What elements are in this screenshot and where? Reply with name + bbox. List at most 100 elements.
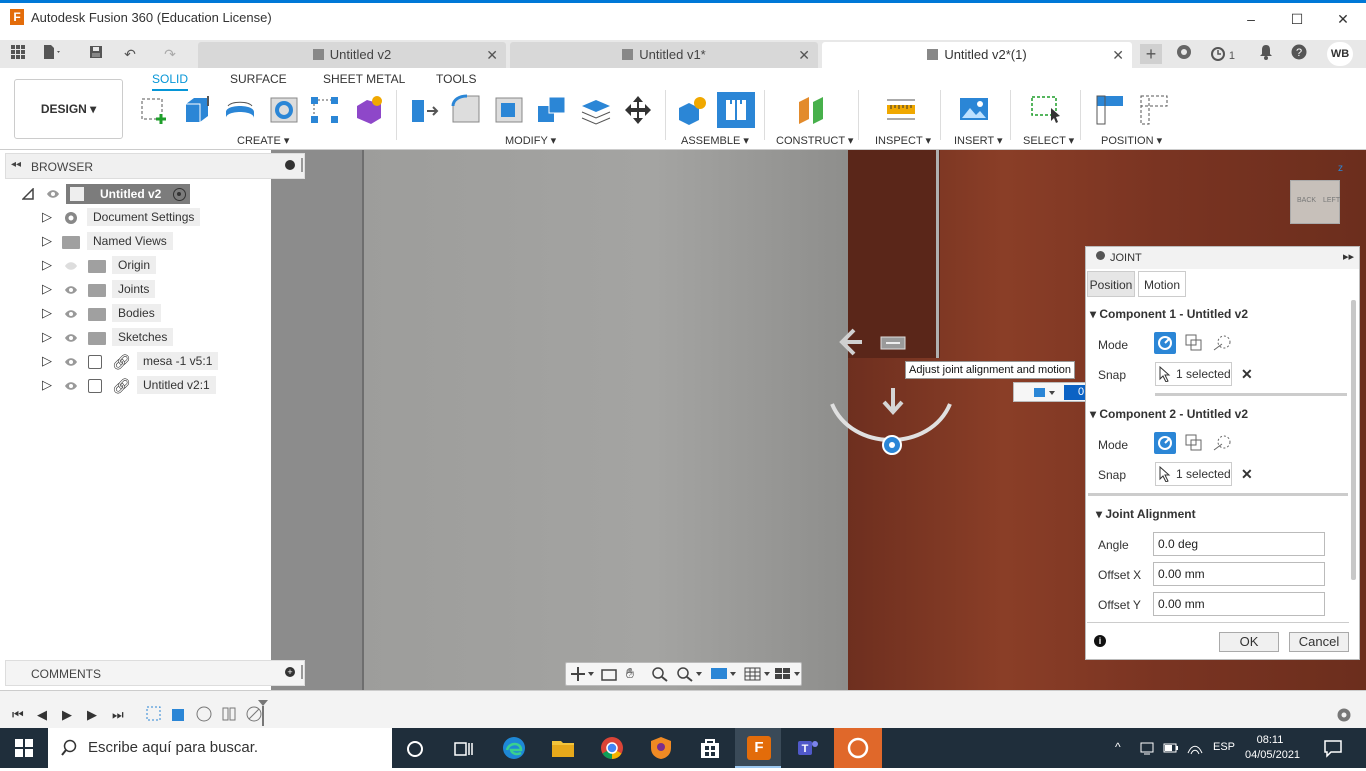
create-menu[interactable]: CREATE ▾ bbox=[237, 134, 289, 147]
tab-motion[interactable]: Motion bbox=[1138, 271, 1186, 297]
timeline-start-icon[interactable]: ⏮ bbox=[12, 707, 24, 723]
root-component-node[interactable]: Untitled v2 bbox=[66, 184, 190, 204]
expand-arrow-icon[interactable]: ▷ bbox=[42, 353, 52, 369]
taskbar-search-input[interactable]: Escribe aquí para buscar. bbox=[48, 728, 392, 768]
timeline-marker[interactable] bbox=[258, 700, 268, 726]
undo-icon[interactable]: ↶ bbox=[120, 44, 140, 64]
offset-y-field[interactable]: 0.00 mm bbox=[1153, 592, 1325, 616]
tree-item-untitled-v2-1[interactable]: ▷ 🔗︎ Untitled v2:1 bbox=[40, 376, 250, 396]
task-view-icon[interactable] bbox=[452, 738, 474, 760]
orbit-icon[interactable] bbox=[570, 666, 594, 682]
component2-section-header[interactable]: ▾ Component 2 - Untitled v2 bbox=[1090, 407, 1248, 421]
joint-alignment-section-header[interactable]: ▾ Joint Alignment bbox=[1096, 507, 1196, 521]
rotation-manipulator-icon[interactable] bbox=[826, 400, 956, 462]
tab-solid[interactable]: SOLID bbox=[152, 72, 189, 91]
expand-arrow-icon[interactable]: ▷ bbox=[42, 281, 52, 297]
windows-start-icon[interactable] bbox=[14, 738, 34, 758]
timeline-play-icon[interactable]: ▶ bbox=[62, 707, 72, 723]
offset-x-field[interactable]: 0.00 mm bbox=[1153, 562, 1325, 586]
viewcube[interactable]: BACK LEFT bbox=[1290, 180, 1340, 224]
look-at-icon[interactable] bbox=[600, 666, 618, 682]
teams-icon[interactable]: T bbox=[796, 736, 820, 760]
hole-icon[interactable] bbox=[268, 94, 300, 126]
tree-item-named-views[interactable]: ▷ Named Views bbox=[40, 232, 240, 252]
cortana-icon[interactable] bbox=[404, 738, 426, 760]
close-tab-icon[interactable]: ✕ bbox=[798, 42, 810, 68]
edge-browser-icon[interactable] bbox=[502, 736, 526, 760]
expand-arrow-icon[interactable]: ▷ bbox=[42, 233, 52, 249]
timeline-component-icon[interactable] bbox=[220, 705, 238, 723]
wifi-icon[interactable] bbox=[1187, 740, 1203, 756]
inspect-menu[interactable]: INSPECT ▾ bbox=[875, 134, 931, 147]
capture-position-icon[interactable] bbox=[1094, 94, 1126, 126]
visibility-eye-icon[interactable] bbox=[64, 284, 78, 296]
tab-untitled-v2[interactable]: Untitled v2 ✕ bbox=[198, 42, 506, 68]
job-status-icon[interactable]: 1 bbox=[1208, 44, 1238, 64]
expand-arrow-icon[interactable]: ▷ bbox=[42, 329, 52, 345]
microsoft-store-icon[interactable] bbox=[698, 736, 722, 760]
expand-arrow-icon[interactable]: ▷ bbox=[42, 377, 52, 393]
angle-field[interactable]: 0.0 deg bbox=[1153, 532, 1325, 556]
vpn-shield-icon[interactable] bbox=[649, 736, 673, 760]
modify-menu[interactable]: MODIFY ▾ bbox=[505, 134, 556, 147]
display-settings-icon[interactable] bbox=[710, 666, 738, 682]
timeline-end-icon[interactable]: ⏭ bbox=[112, 707, 124, 723]
system-clock[interactable]: 08:11 04/05/2021 bbox=[1245, 733, 1300, 763]
offset-plane-icon[interactable] bbox=[796, 94, 828, 126]
simple-mode-icon[interactable] bbox=[1154, 432, 1176, 454]
viewcube-back-face[interactable]: BACK bbox=[1297, 197, 1316, 204]
two-edge-intersection-icon[interactable] bbox=[1212, 332, 1234, 354]
tree-item-sketches[interactable]: ▷ Sketches bbox=[40, 328, 240, 348]
redo-icon[interactable]: ↷ bbox=[160, 44, 180, 64]
tree-item-bodies[interactable]: ▷ Bodies bbox=[40, 304, 240, 324]
timeline-settings-gear-icon[interactable] bbox=[1336, 707, 1352, 723]
insert-image-icon[interactable] bbox=[958, 94, 990, 126]
comments-pin-icon[interactable] bbox=[301, 665, 303, 679]
extensions-icon[interactable] bbox=[1174, 44, 1194, 64]
input-language-indicator[interactable]: ESP bbox=[1213, 741, 1235, 753]
visibility-eye-icon[interactable] bbox=[46, 188, 60, 200]
user-avatar[interactable]: WB bbox=[1327, 42, 1353, 66]
expand-arrow-icon[interactable]: ▷ bbox=[42, 257, 52, 273]
file-menu-icon[interactable] bbox=[42, 44, 62, 64]
tab-surface[interactable]: SURFACE bbox=[230, 72, 287, 86]
timeline-previous-icon[interactable]: ◀ bbox=[37, 707, 47, 723]
clear-snap2-icon[interactable]: ✕ bbox=[1241, 466, 1253, 483]
timeline-extrude-icon[interactable] bbox=[170, 705, 188, 723]
fit-zoom-icon[interactable] bbox=[676, 666, 704, 682]
fusion-taskbar-icon[interactable]: F bbox=[747, 736, 771, 760]
activate-component-icon[interactable] bbox=[173, 188, 186, 201]
viewports-icon[interactable] bbox=[774, 666, 802, 682]
clear-snap1-icon[interactable]: ✕ bbox=[1241, 366, 1253, 383]
create-form-icon[interactable] bbox=[353, 94, 385, 126]
visibility-eye-icon[interactable] bbox=[64, 356, 78, 368]
pan-hand-icon[interactable]: ✋︎ bbox=[626, 665, 634, 682]
chrome-icon[interactable] bbox=[600, 736, 624, 760]
save-icon[interactable] bbox=[86, 44, 106, 64]
measure-icon[interactable] bbox=[885, 94, 917, 126]
dialog-collapse-icon[interactable] bbox=[1096, 251, 1105, 260]
tab-untitled-v1[interactable]: Untitled v1* ✕ bbox=[510, 42, 818, 68]
zoom-icon[interactable] bbox=[651, 666, 669, 682]
insert-menu[interactable]: INSERT ▾ bbox=[954, 134, 1003, 147]
tab-sheet-metal[interactable]: SHEET METAL bbox=[323, 72, 405, 86]
timeline-next-icon[interactable]: ▶ bbox=[87, 707, 97, 723]
ok-button[interactable]: OK bbox=[1219, 632, 1279, 652]
move-copy-icon[interactable] bbox=[622, 94, 654, 126]
revolve-icon[interactable] bbox=[224, 94, 256, 126]
timeline-sketch-icon[interactable] bbox=[145, 705, 163, 723]
visibility-eye-icon[interactable] bbox=[64, 332, 78, 344]
window-select-icon[interactable] bbox=[1030, 94, 1062, 126]
fillet-icon[interactable] bbox=[450, 94, 482, 126]
two-edge-intersection-icon[interactable] bbox=[1212, 432, 1234, 454]
timeline-joint-icon[interactable] bbox=[195, 705, 213, 723]
add-comment-icon[interactable]: + bbox=[285, 667, 295, 677]
action-center-notification-icon[interactable] bbox=[1323, 738, 1343, 758]
create-sketch-icon[interactable] bbox=[139, 94, 171, 126]
tree-item-document-settings[interactable]: ▷ Document Settings bbox=[40, 208, 240, 228]
file-explorer-icon[interactable] bbox=[551, 736, 575, 760]
expand-arrow-icon[interactable]: ▷ bbox=[42, 209, 52, 225]
expand-dialog-icon[interactable]: ▸▸ bbox=[1343, 250, 1354, 263]
tab-tools[interactable]: TOOLS bbox=[436, 72, 476, 86]
tab-untitled-v2-1[interactable]: Untitled v2*(1) ✕ bbox=[822, 42, 1132, 68]
